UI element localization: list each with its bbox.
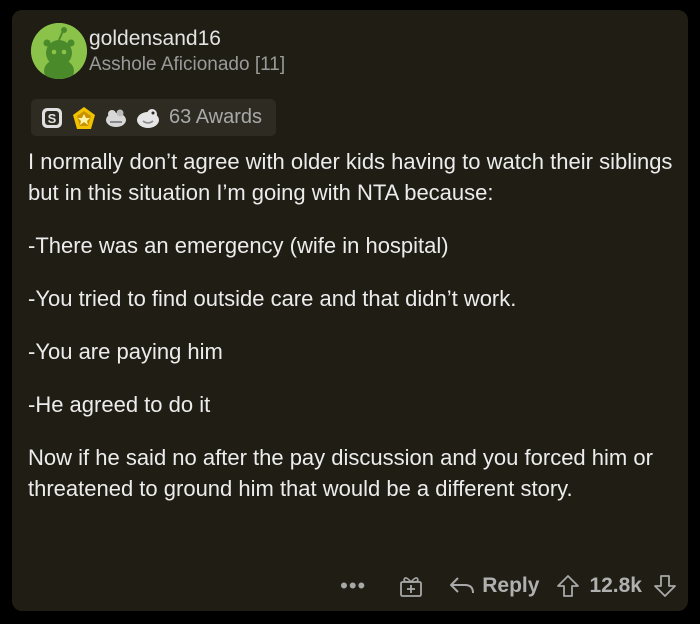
reply-arrow-icon (450, 577, 475, 594)
username[interactable]: goldensand16 (89, 27, 221, 51)
snoo-avatar-icon (31, 23, 87, 79)
comment-actions: ••• Reply 12.8k (340, 571, 678, 601)
avatar[interactable] (31, 23, 87, 79)
gold-award-icon (71, 105, 97, 131)
gift-icon (400, 577, 423, 597)
user-flair: Asshole Aficionado [11] (89, 54, 286, 75)
awards-bar[interactable]: S 63 Awards (31, 99, 277, 136)
awards-count: 63 Awards (169, 106, 263, 128)
reply-label: Reply (482, 574, 540, 597)
comment-paragraph: Now if he said no after the pay discussi… (28, 445, 653, 501)
comment-card: goldensand16 Asshole Aficionado [11] S 6… (12, 10, 688, 611)
comment-paragraph: -He agreed to do it (28, 392, 211, 417)
comment-paragraph: -You are paying him (28, 339, 223, 364)
downvote-button[interactable] (652, 573, 678, 599)
more-options-button[interactable]: ••• (340, 573, 366, 599)
reply-button[interactable]: Reply (448, 574, 539, 598)
comment-body: I normally don’t agree with older kids h… (28, 146, 678, 526)
downvote-arrow-icon (654, 575, 676, 597)
upvote-button[interactable] (555, 573, 581, 599)
wholesome-award-icon (135, 105, 161, 131)
silver-award-icon: S (39, 105, 65, 131)
give-award-button[interactable] (398, 573, 424, 599)
helpful-award-icon (103, 105, 129, 131)
upvote-arrow-icon (557, 575, 580, 597)
vote-score: 12.8k (589, 574, 642, 597)
svg-text:S: S (48, 111, 57, 126)
comment-paragraph: -There was an emergency (wife in hospita… (28, 233, 449, 258)
comment-paragraph: -You tried to find outside care and that… (28, 286, 517, 311)
comment-paragraph: I normally don’t agree with older kids h… (28, 149, 673, 205)
